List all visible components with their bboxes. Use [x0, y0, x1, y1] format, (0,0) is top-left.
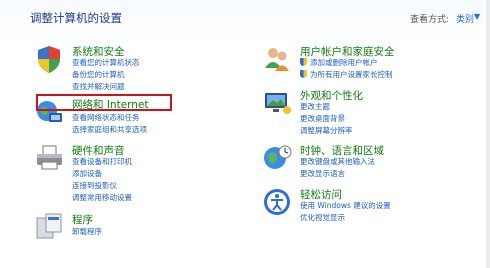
appearance-icon	[262, 88, 292, 118]
programs-icon	[34, 212, 64, 242]
link-mobility-settings[interactable]: 调整常用移动设置	[72, 192, 132, 203]
link-backup-computer[interactable]: 备份您的计算机	[72, 69, 125, 80]
link-devices-printers[interactable]: 查看设备和打印机	[72, 156, 132, 167]
window-edge	[486, 0, 490, 268]
link-add-remove-accounts[interactable]: 添加或删除用户帐户	[300, 57, 378, 68]
printer-icon	[34, 143, 64, 173]
users-icon	[262, 44, 292, 74]
link-optimize-visual[interactable]: 优化视觉显示	[300, 212, 345, 223]
uac-shield-icon	[300, 70, 307, 78]
link-change-theme[interactable]: 更改主题	[300, 101, 330, 112]
view-by-dropdown[interactable]: 类别	[456, 12, 474, 25]
link-desktop-background[interactable]: 更改桌面背景	[300, 113, 345, 124]
link-view-network-status[interactable]: 查看网络状态和任务	[72, 112, 140, 123]
link-text: 添加或删除用户帐户	[310, 58, 378, 67]
link-screen-resolution[interactable]: 调整屏幕分辨率	[300, 125, 353, 136]
shield-flag-icon	[34, 44, 64, 74]
category-heading[interactable]: 程序	[72, 212, 93, 227]
link-parental-controls[interactable]: 为所有用户设置家长控制	[300, 69, 393, 80]
red-highlight-box	[36, 94, 172, 111]
view-by-label: 查看方式:	[410, 15, 450, 25]
link-recommended-settings[interactable]: 使用 Windows 建议的设置	[300, 200, 391, 211]
link-text: 为所有用户设置家长控制	[310, 70, 393, 79]
page-title: 调整计算机的设置	[30, 11, 122, 25]
link-view-computer-status[interactable]: 查看您的计算机状态	[72, 57, 140, 68]
clock-globe-icon	[262, 143, 292, 173]
ease-of-access-icon	[262, 187, 292, 217]
link-add-device[interactable]: 添加设备	[72, 168, 102, 179]
link-keyboard-input[interactable]: 更改键盘或其他输入法	[300, 156, 375, 167]
link-connect-projector[interactable]: 连接到投影仪	[72, 180, 117, 191]
uac-shield-icon	[300, 58, 307, 66]
link-find-fix-problems[interactable]: 查找并解决问题	[72, 81, 125, 92]
link-homegroup-sharing[interactable]: 选择家庭组和共享选项	[72, 124, 147, 135]
link-display-language[interactable]: 更改显示语言	[300, 168, 345, 179]
link-uninstall-program[interactable]: 卸载程序	[72, 226, 102, 237]
chevron-down-icon[interactable]: ▼	[474, 12, 480, 21]
